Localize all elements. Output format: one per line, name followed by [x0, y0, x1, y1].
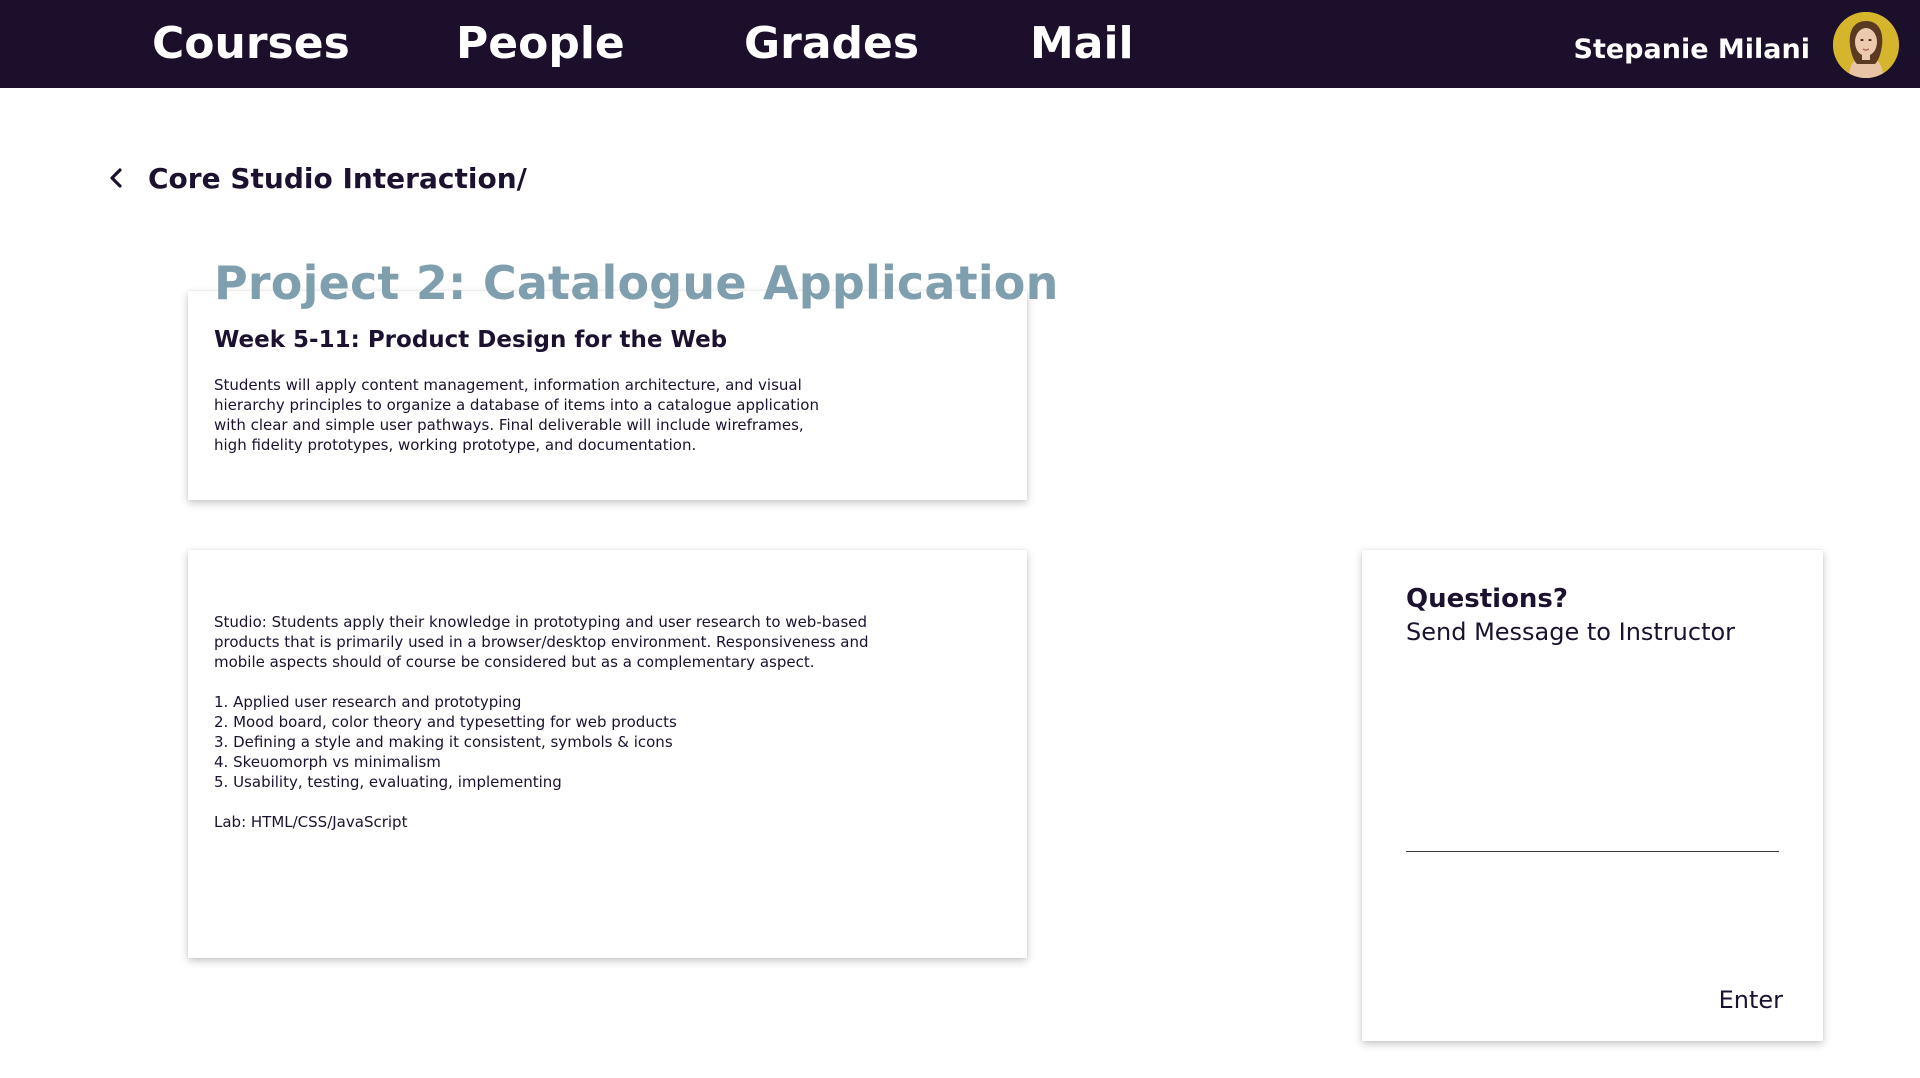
studio-content: Studio: Students apply their knowledge i… — [214, 612, 874, 832]
studio-topic-list: 1. Applied user research and prototyping… — [214, 692, 874, 792]
studio-card: Studio: Students apply their knowledge i… — [188, 550, 1027, 958]
user-name[interactable]: Stepanie Milani — [1574, 0, 1810, 88]
week-description: Students will apply content management, … — [214, 376, 819, 454]
list-item: 3. Defining a style and making it consis… — [214, 733, 673, 751]
message-input[interactable] — [1406, 850, 1779, 852]
nav-grades[interactable]: Grades — [744, 0, 919, 88]
studio-lab: Lab: HTML/CSS/JavaScript — [214, 813, 408, 831]
avatar-portrait-icon — [1833, 12, 1899, 78]
studio-intro: Studio: Students apply their knowledge i… — [214, 613, 869, 671]
nav-mail[interactable]: Mail — [1030, 0, 1134, 88]
week-title: Week 5-11: Product Design for the Web — [214, 327, 728, 353]
list-item: 4. Skeuomorph vs minimalism — [214, 753, 441, 771]
questions-subtitle: Send Message to Instructor — [1406, 618, 1736, 646]
breadcrumb-label[interactable]: Core Studio Interaction/ — [148, 162, 527, 195]
list-item: 5. Usability, testing, evaluating, imple… — [214, 773, 562, 791]
questions-title: Questions? — [1406, 584, 1568, 614]
chevron-left-icon[interactable] — [106, 166, 128, 190]
questions-card: Questions? Send Message to Instructor En… — [1362, 550, 1823, 1041]
nav-people[interactable]: People — [456, 0, 625, 88]
nav-courses[interactable]: Courses — [152, 0, 350, 88]
enter-button[interactable]: Enter — [1719, 986, 1783, 1014]
week-card: Week 5-11: Product Design for the Web St… — [188, 291, 1027, 500]
page-title: Project 2: Catalogue Application — [214, 256, 1059, 310]
list-item: 1. Applied user research and prototyping — [214, 693, 522, 711]
avatar[interactable] — [1833, 12, 1899, 78]
top-nav-bar: Courses People Grades Mail Stepanie Mila… — [0, 0, 1920, 88]
breadcrumb[interactable]: Core Studio Interaction/ — [106, 158, 527, 198]
list-item: 2. Mood board, color theory and typesett… — [214, 713, 677, 731]
